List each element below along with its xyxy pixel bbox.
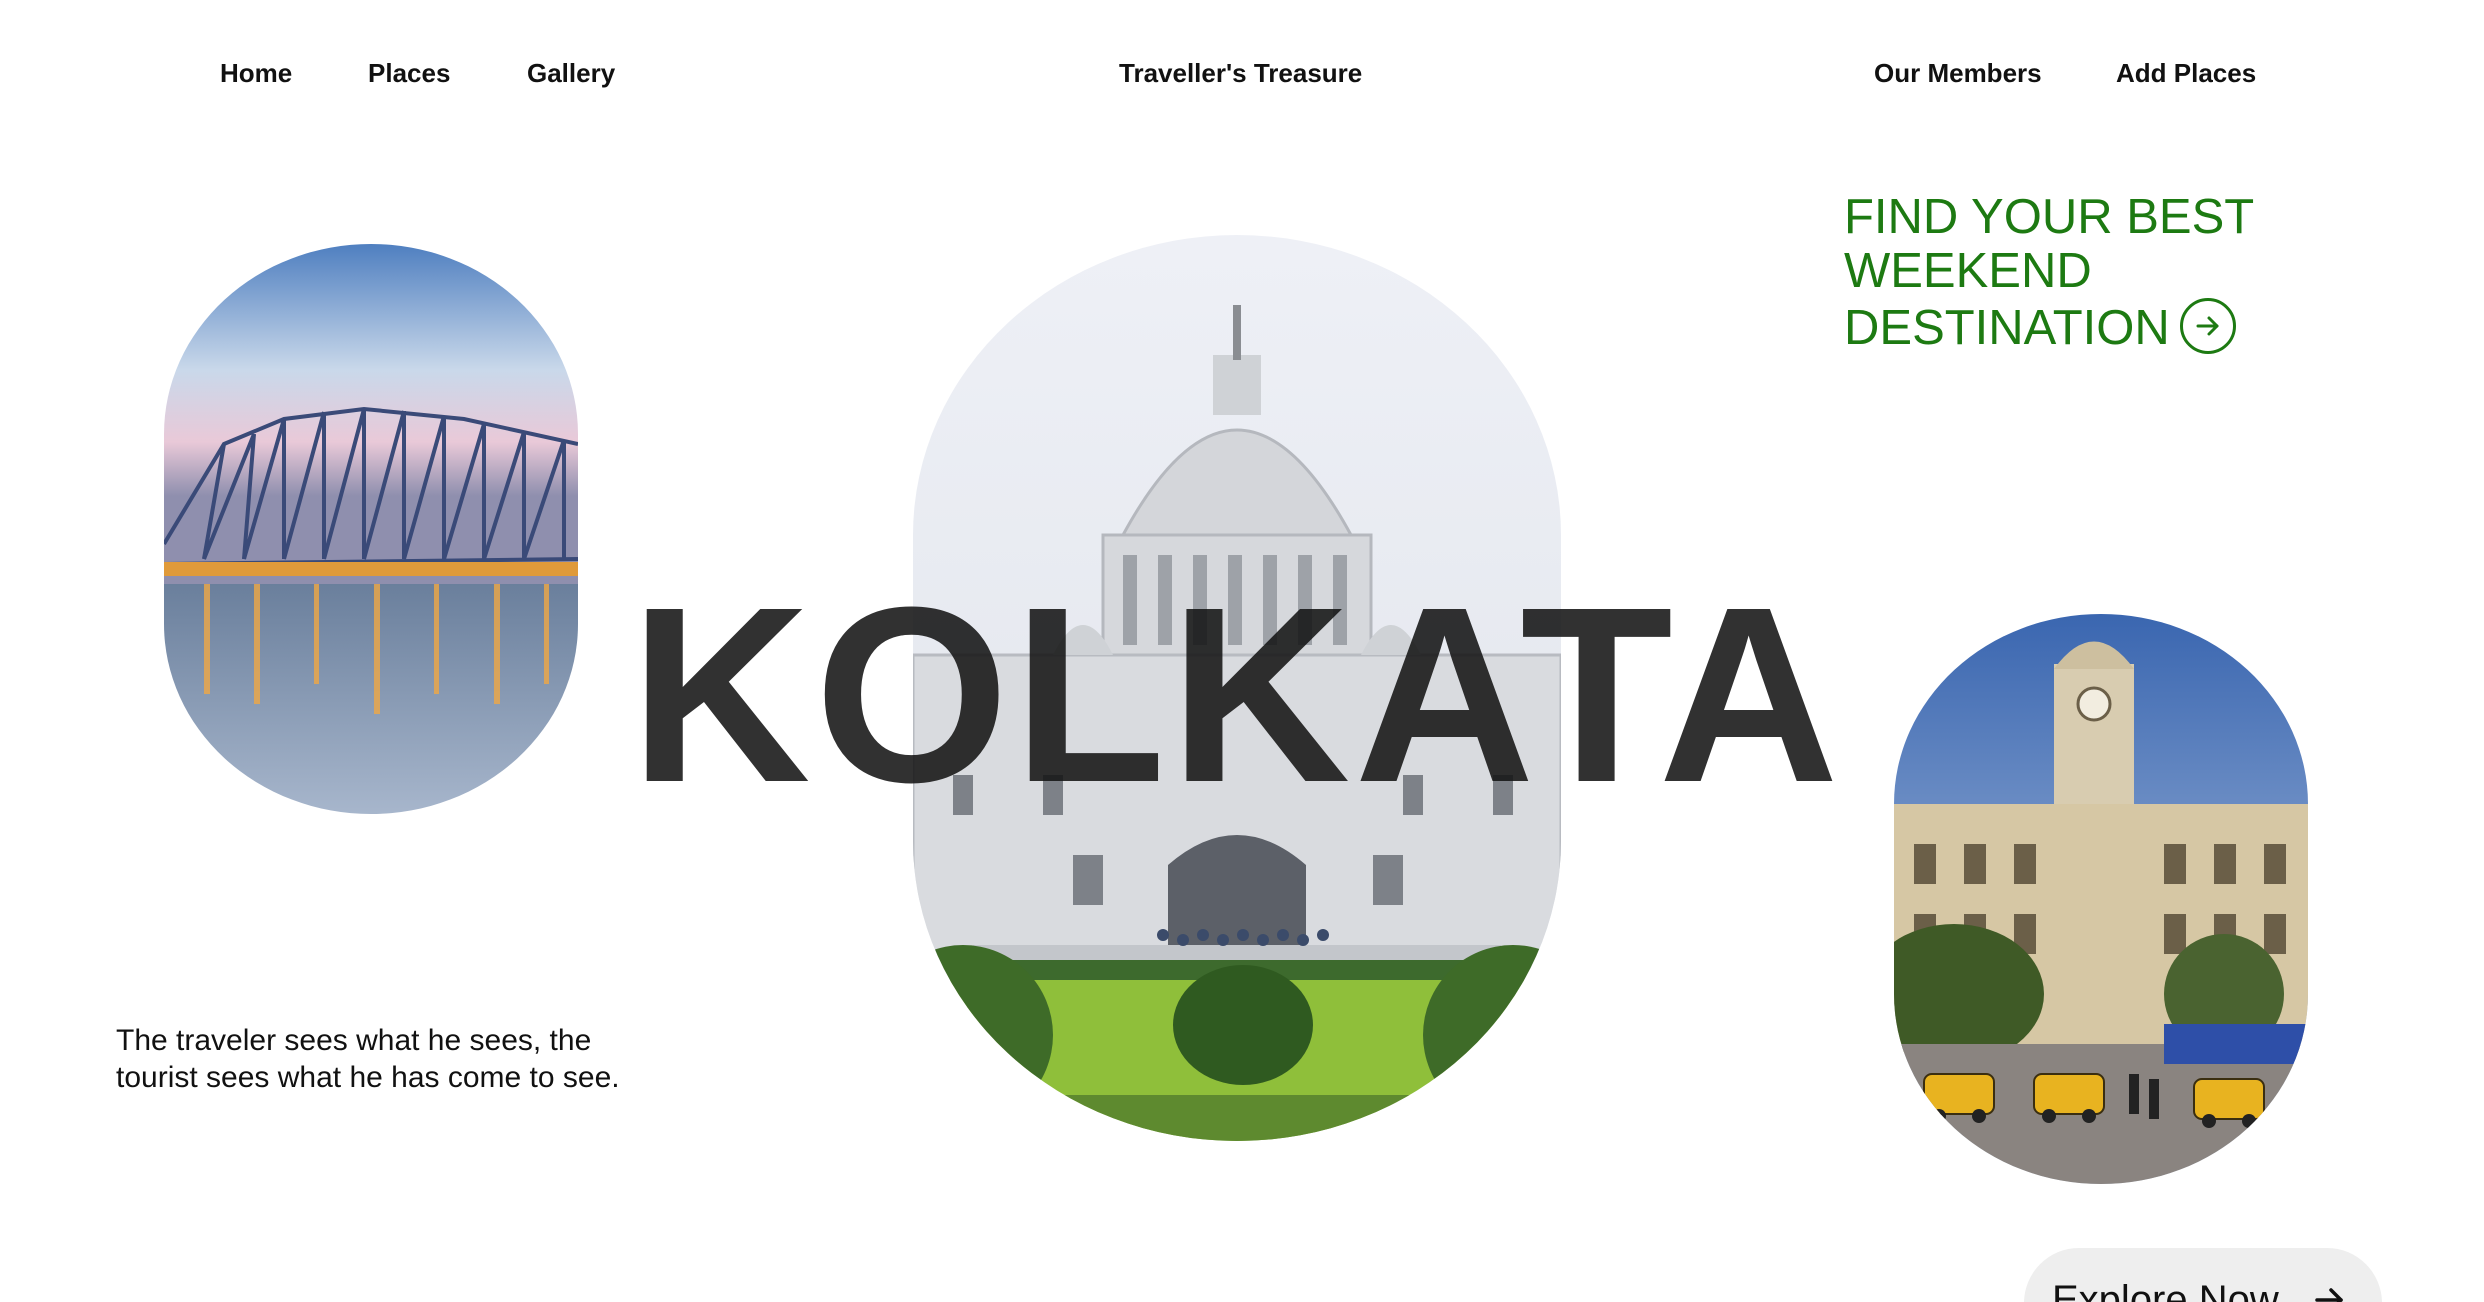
tagline-line-3: DESTINATION	[1844, 298, 2284, 355]
nav-link-gallery[interactable]: Gallery	[527, 58, 615, 89]
colonial-building-with-taxis-photo	[1894, 614, 2308, 1184]
nav-link-our-members[interactable]: Our Members	[1874, 58, 2042, 89]
explore-now-label: Explore Now	[2052, 1278, 2279, 1302]
quote-text: The traveler sees what he sees, the tour…	[116, 1024, 620, 1094]
arrow-right-icon	[2314, 1284, 2346, 1302]
tagline-line-1: FIND YOUR BEST	[1844, 190, 2255, 244]
nav-link-add-places[interactable]: Add Places	[2116, 58, 2256, 89]
site-brand[interactable]: Traveller's Treasure	[1119, 58, 1362, 89]
hero-title: KOLKATA	[630, 555, 1843, 834]
tagline-line-2: WEEKEND	[1844, 244, 2092, 298]
tagline: FIND YOUR BEST WEEKEND DESTINATION	[1844, 190, 2284, 355]
nav-link-places[interactable]: Places	[368, 58, 450, 89]
page: Home Places Gallery Traveller's Treasure…	[0, 0, 2484, 1302]
howrah-bridge-photo	[164, 244, 578, 814]
explore-now-button[interactable]: Explore Now	[2024, 1248, 2382, 1302]
nav-link-home[interactable]: Home	[220, 58, 292, 89]
arrow-right-circle-icon[interactable]	[2179, 298, 2236, 354]
tagline-line-3-text: DESTINATION	[1844, 301, 2170, 355]
